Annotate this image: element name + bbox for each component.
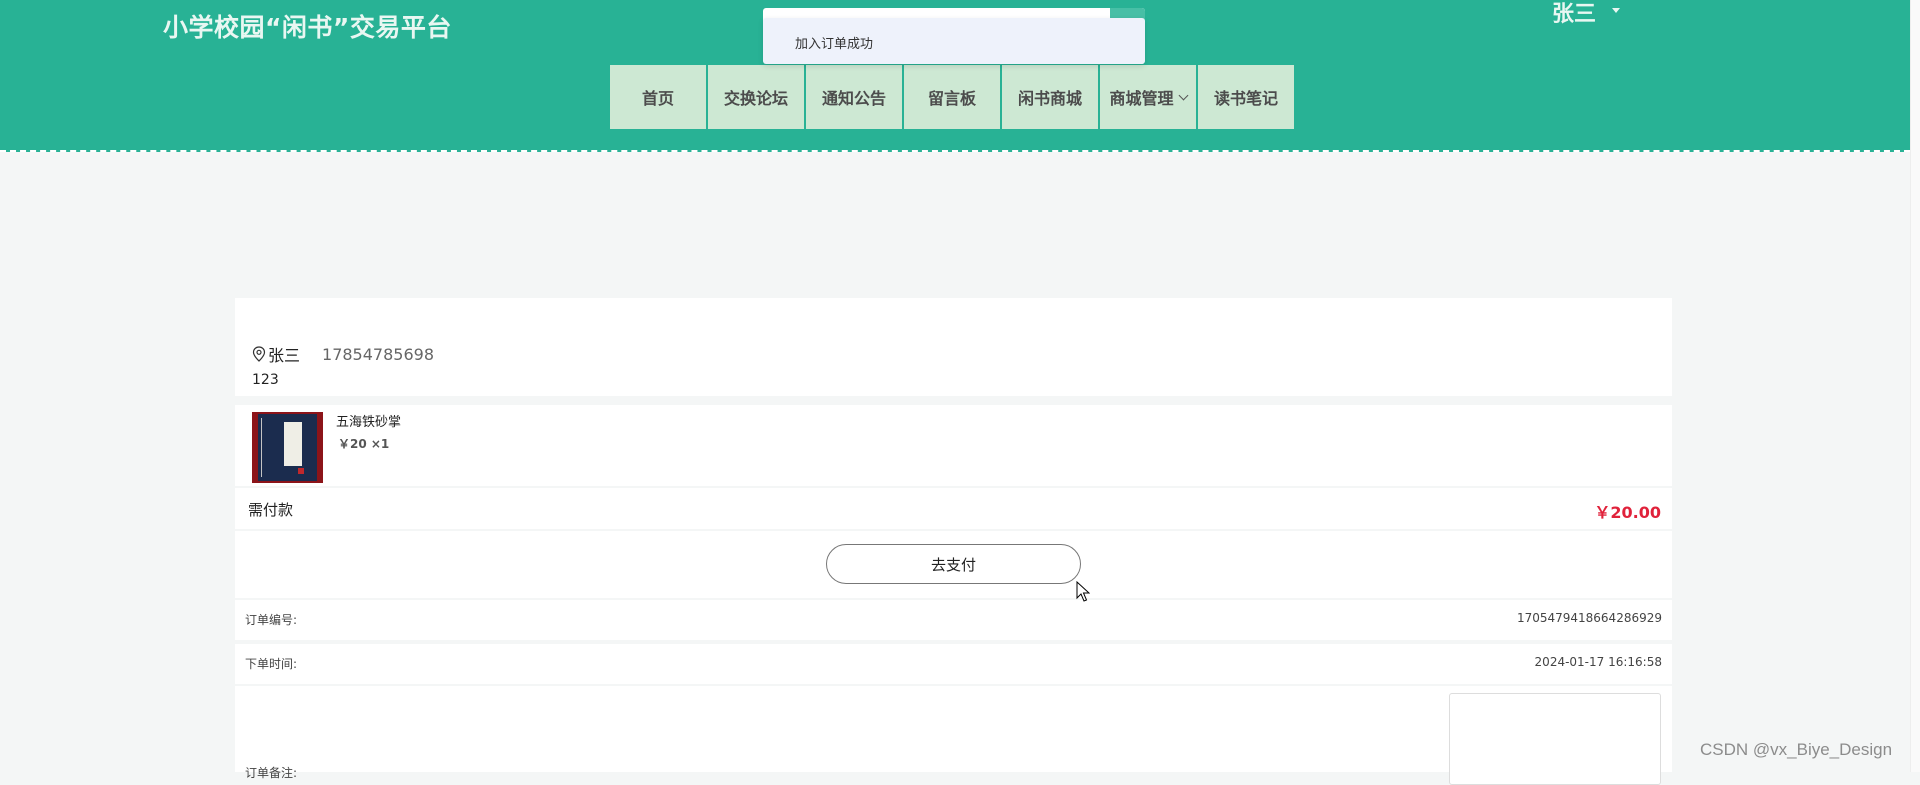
- user-menu[interactable]: 张三: [1552, 0, 1596, 28]
- nav-book-mall-label: 闲书商城: [1017, 89, 1082, 108]
- watermark: CSDN @vx_Biye_Design: [1700, 740, 1893, 759]
- location-pin-icon: [252, 346, 266, 362]
- order-time-value: 2024-01-17 16:16:58: [1534, 655, 1662, 669]
- caret-down-icon[interactable]: [1612, 8, 1620, 13]
- order-remark-row: 订单备注:: [235, 686, 1672, 785]
- site-title: 小学校园“闲书”交易平台: [163, 13, 452, 42]
- toast-message: 加入订单成功: [763, 18, 1145, 64]
- mouse-cursor-icon: [1076, 581, 1090, 602]
- order-time-label: 下单时间:: [245, 657, 298, 671]
- nav-forum[interactable]: 交换论坛: [708, 65, 804, 129]
- order-number-value: 1705479418664286929: [1516, 611, 1662, 625]
- order-number-label: 订单编号:: [245, 613, 298, 627]
- order-number-row: 订单编号: 1705479418664286929: [235, 600, 1672, 640]
- main-nav: 首页 交换论坛 通知公告 留言板 闲书商城 商城管理 读书笔记: [610, 65, 1296, 129]
- amount-due-label: 需付款: [248, 501, 294, 519]
- address-panel: 张三 17854785698 123: [235, 298, 1672, 396]
- toast-text: 加入订单成功: [795, 37, 874, 52]
- nav-home[interactable]: 首页: [610, 65, 706, 129]
- order-remark-label: 订单备注:: [245, 766, 298, 780]
- book-cover-image: [252, 412, 323, 483]
- nav-reading-notes[interactable]: 读书笔记: [1198, 65, 1294, 129]
- pay-button[interactable]: 去支付: [826, 544, 1081, 584]
- payment-summary: 需付款 ￥20.00: [235, 488, 1672, 529]
- address-line: 张三 17854785698: [252, 342, 434, 366]
- recipient-phone: 17854785698: [322, 344, 434, 364]
- nav-forum-label: 交换论坛: [723, 89, 788, 108]
- nav-book-mall[interactable]: 闲书商城: [1002, 65, 1098, 129]
- nav-home-label: 首页: [641, 89, 674, 108]
- pay-button-row: 去支付: [235, 531, 1672, 598]
- nav-message-board-label: 留言板: [927, 89, 976, 108]
- item-name: 五海铁砂掌: [336, 415, 402, 430]
- nav-mall-management-label: 商城管理: [1109, 89, 1174, 108]
- nav-notices[interactable]: 通知公告: [806, 65, 902, 129]
- amount-due-value: ￥20.00: [1594, 503, 1661, 522]
- nav-reading-notes-label: 读书笔记: [1213, 89, 1278, 108]
- address-detail: 123: [252, 372, 279, 388]
- order-remark-input[interactable]: [1449, 693, 1661, 785]
- order-item: 五海铁砂掌 ￥20 ×1: [235, 405, 1672, 486]
- nav-mall-management[interactable]: 商城管理: [1100, 65, 1196, 129]
- page-scrollbar[interactable]: [1910, 0, 1920, 772]
- order-time-row: 下单时间: 2024-01-17 16:16:58: [235, 644, 1672, 684]
- recipient-name: 张三: [268, 346, 301, 365]
- nav-notices-label: 通知公告: [821, 89, 886, 108]
- chevron-down-icon: [1178, 90, 1188, 100]
- item-price-quantity: ￥20 ×1: [338, 437, 390, 451]
- nav-message-board[interactable]: 留言板: [904, 65, 1000, 129]
